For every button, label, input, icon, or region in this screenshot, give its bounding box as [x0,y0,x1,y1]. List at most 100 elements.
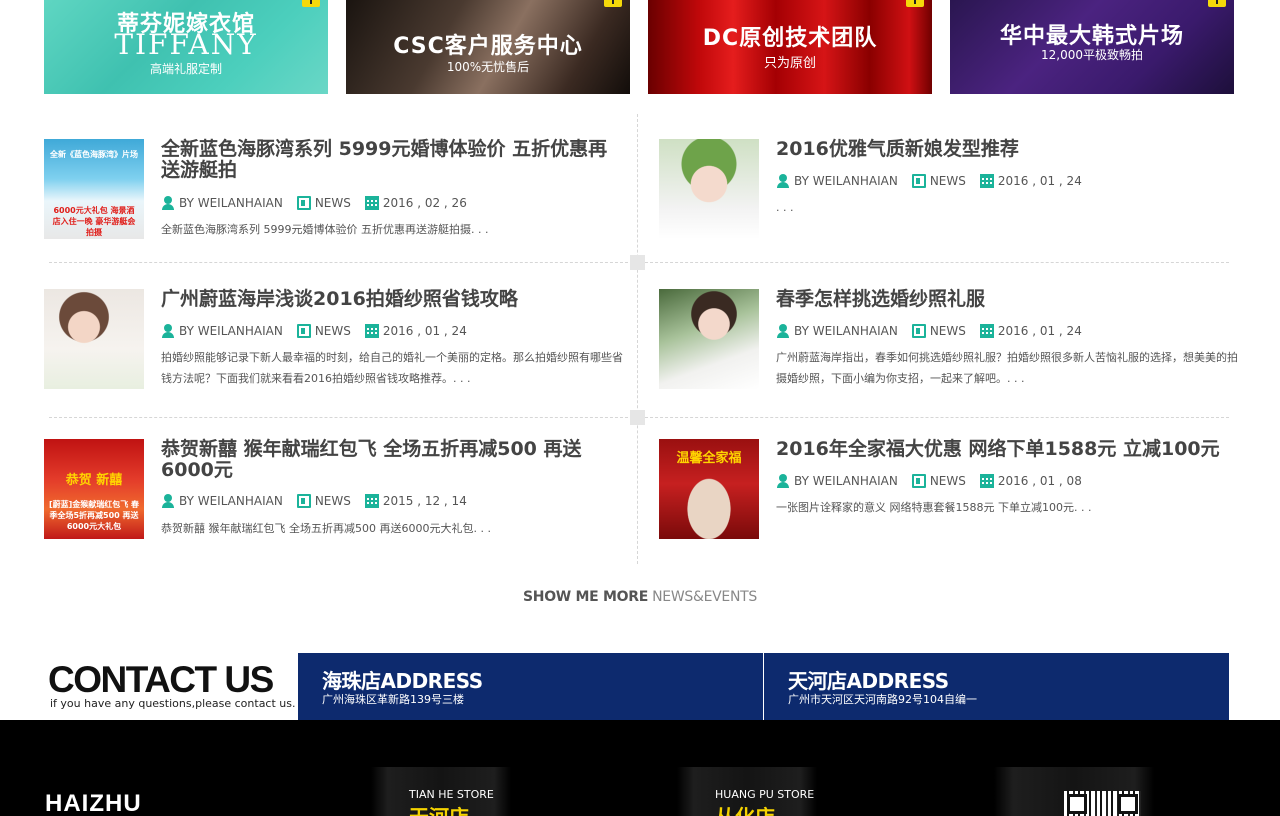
meta-author: BY WEILANHAIAN [776,474,898,488]
row-divider [49,410,1229,425]
news-thumbnail[interactable] [659,289,759,389]
banner-title: CSC客户服务中心 [393,34,583,59]
meta-category[interactable]: NEWS [296,324,351,338]
meta-category[interactable]: NEWS [296,494,351,508]
show-more-bold: SHOW ME MORE [523,589,648,605]
qr-code-block [994,767,1154,816]
date-text: 2016 , 01 , 24 [997,324,1082,338]
date-text: 2016 , 01 , 08 [997,474,1082,488]
category-text: NEWS [314,324,351,338]
author-text: BY WEILANHAIAN [794,174,898,188]
meta-category[interactable]: NEWS [911,174,966,188]
banner-dc[interactable]: DC原创技术团队 只为原创 [648,0,932,94]
thumb-caption: 6000元大礼包 海景酒店入住一晚 豪华游艇会拍摄 [52,206,136,237]
news-item: 恭贺 新囍 [蔚蓝]金猴献瑞红包飞 春季全场5折再减500 再送6000元大礼包… [44,439,624,539]
news-title-link[interactable]: 2016优雅气质新娘发型推荐 [776,139,1236,160]
qr-code-icon [1064,791,1141,816]
news-item: 广州蔚蓝海岸浅谈2016拍婚纱照省钱攻略 BY WEILANHAIAN NEWS… [44,289,624,389]
meta-category[interactable]: NEWS [911,324,966,338]
address-heading: 天河店ADDRESS [788,669,949,693]
calendar-icon [364,324,379,338]
address-haizhu: 海珠店ADDRESS 广州海珠区革新路139号三楼 [298,653,763,720]
book-icon [911,474,926,488]
user-icon [161,324,175,338]
show-more-link[interactable]: SHOW ME MORE NEWS&EVENTS [0,589,1280,605]
news-meta: BY WEILANHAIAN NEWS 2016 , 01 , 24 [776,173,1096,189]
news-thumbnail[interactable]: 温馨全家福 [659,439,759,539]
meta-author: BY WEILANHAIAN [161,494,283,508]
banner-studio[interactable]: 华中最大韩式片场 12,000平极致畅拍 [950,0,1234,94]
category-text: NEWS [314,494,351,508]
news-item: 全新《蓝色海豚湾》片场 6000元大礼包 海景酒店入住一晚 豪华游艇会拍摄 全新… [44,139,624,239]
contact-band: CONTACT US if you have any questions,ple… [0,653,1280,720]
news-excerpt: 全新蓝色海豚湾系列 5999元婚博体验价 五折优惠再送游艇拍摄. . . [161,223,489,236]
meta-category[interactable]: NEWS [296,196,351,210]
store-tianhe[interactable]: TIAN HE STORE 天河店 [371,767,511,816]
date-text: 2016 , 01 , 24 [997,174,1082,188]
corner-tag-icon [1208,0,1226,7]
calendar-icon [979,324,994,338]
banner-subtitle: 只为原创 [763,56,816,71]
contact-title: CONTACT US [48,659,274,700]
calendar-icon [979,174,994,188]
banner-csc[interactable]: CSC客户服务中心 100%无忧售后 [346,0,630,94]
category-text: NEWS [314,196,351,210]
news-excerpt: 一张图片诠释家的意义 网络特惠套餐1588元 下单立减100元. . . [776,501,1092,514]
book-icon [911,174,926,188]
book-icon [296,494,311,508]
meta-date: 2015 , 12 , 14 [364,494,467,508]
news-thumbnail[interactable] [659,139,759,239]
news-section: 全新《蓝色海豚湾》片场 6000元大礼包 海景酒店入住一晚 豪华游艇会拍摄 全新… [44,114,1238,564]
author-text: BY WEILANHAIAN [179,196,283,210]
divider-square [630,255,645,270]
news-item: 2016优雅气质新娘发型推荐 BY WEILANHAIAN NEWS 2016 … [659,139,1239,239]
news-thumbnail[interactable]: 恭贺 新囍 [蔚蓝]金猴献瑞红包飞 春季全场5折再减500 再送6000元大礼包 [44,439,144,539]
news-meta: BY WEILANHAIAN NEWS 2016 , 01 , 24 [161,323,481,339]
meta-author: BY WEILANHAIAN [776,324,898,338]
thumb-caption: 温馨全家福 [676,451,742,466]
store-huangpu[interactable]: HUANG PU STORE 从化店 [677,767,817,816]
news-title-link[interactable]: 春季怎样挑选婚纱照礼服 [776,289,1236,310]
banner-title-en: TIFFANY [114,28,258,61]
news-excerpt: 恭贺新囍 猴年献瑞红包飞 全场五折再减500 再送6000元大礼包. . . [161,522,491,535]
address-detail: 广州海珠区革新路139号三楼 [322,693,464,706]
meta-category[interactable]: NEWS [911,474,966,488]
banner-subtitle: 100%无忧售后 [446,60,530,74]
news-title-link[interactable]: 广州蔚蓝海岸浅谈2016拍婚纱照省钱攻略 [161,289,621,310]
book-icon [911,324,926,338]
news-meta: BY WEILANHAIAN NEWS 2016 , 01 , 08 [776,473,1096,489]
store-name-en: HUANG PU STORE [715,788,815,801]
footer-logo[interactable]: HAIZHU [45,790,142,816]
contact-subtitle: if you have any questions,please contact… [50,697,296,710]
news-item: 温馨全家福 2016年全家福大优惠 网络下单1588元 立减100元 BY WE… [659,439,1239,539]
news-title-link[interactable]: 全新蓝色海豚湾系列 5999元婚博体验价 五折优惠再送游艇拍 [161,139,621,181]
news-item: 春季怎样挑选婚纱照礼服 BY WEILANHAIAN NEWS 2016 , 0… [659,289,1239,389]
corner-tag-icon [604,0,622,7]
footer: HAIZHU TIAN HE STORE 天河店 HUANG PU STORE … [0,720,1280,816]
news-excerpt: 拍婚纱照能够记录下新人最幸福的时刻，给自己的婚礼一个美丽的定格。那么拍婚纱照有哪… [161,351,623,385]
news-title-link[interactable]: 2016年全家福大优惠 网络下单1588元 立减100元 [776,439,1236,460]
contact-heading-block: CONTACT US if you have any questions,ple… [0,653,298,720]
date-text: 2015 , 12 , 14 [382,494,467,508]
news-title-link[interactable]: 恭贺新囍 猴年献瑞红包飞 全场五折再减500 再送6000元 [161,439,621,481]
news-thumbnail[interactable]: 全新《蓝色海豚湾》片场 6000元大礼包 海景酒店入住一晚 豪华游艇会拍摄 [44,139,144,239]
store-name-cn: 从化店 [715,801,775,816]
meta-date: 2016 , 01 , 24 [364,324,467,338]
thumb-caption: 全新《蓝色海豚湾》片场 [50,150,138,159]
thumb-caption: [蔚蓝]金猴献瑞红包飞 春季全场5折再减500 再送6000元大礼包 [48,500,140,531]
store-name-en: TIAN HE STORE [409,788,494,801]
date-text: 2016 , 02 , 26 [382,196,467,210]
banner-tiffany[interactable]: 蒂芬妮嫁衣馆 TIFFANY 高端礼服定制 [44,0,328,94]
divider-square [630,410,645,425]
thumb-caption: 恭贺 新囍 [65,473,123,488]
user-icon [776,474,790,488]
news-meta: BY WEILANHAIAN NEWS 2016 , 02 , 26 [161,195,481,211]
meta-author: BY WEILANHAIAN [161,196,283,210]
meta-date: 2016 , 01 , 24 [979,324,1082,338]
news-thumbnail[interactable] [44,289,144,389]
address-heading: 海珠店ADDRESS [322,669,483,693]
calendar-icon [979,474,994,488]
news-meta: BY WEILANHAIAN NEWS 2016 , 01 , 24 [776,323,1096,339]
calendar-icon [364,494,379,508]
category-text: NEWS [929,174,966,188]
